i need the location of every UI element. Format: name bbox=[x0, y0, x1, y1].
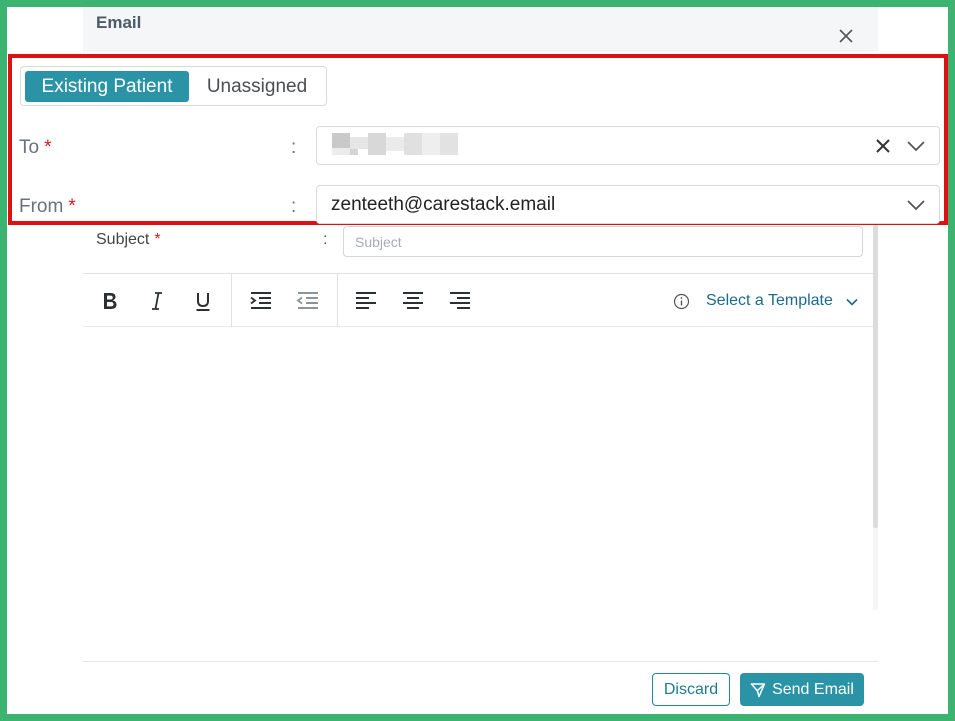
from-label: From * bbox=[19, 196, 76, 218]
italic-button[interactable] bbox=[142, 286, 172, 316]
recipient-type-toggle: Existing Patient Unassigned bbox=[20, 66, 327, 106]
from-separator: : bbox=[291, 196, 297, 217]
clear-icon[interactable] bbox=[874, 137, 892, 155]
indent-icon bbox=[250, 292, 271, 309]
indent-button[interactable] bbox=[246, 286, 276, 316]
toggle-unassigned[interactable]: Unassigned bbox=[191, 71, 323, 102]
discard-button[interactable]: Discard bbox=[652, 673, 730, 706]
chevron-down-icon[interactable] bbox=[845, 295, 859, 309]
chevron-down-icon[interactable] bbox=[906, 139, 926, 153]
send-email-label: Send Email bbox=[772, 680, 854, 698]
to-label-text: To bbox=[19, 137, 40, 158]
required-mark: * bbox=[154, 231, 161, 248]
align-left-button[interactable] bbox=[351, 286, 381, 316]
from-value: zenteeth@carestack.email bbox=[331, 194, 556, 215]
bold-icon bbox=[104, 293, 117, 309]
bold-button[interactable] bbox=[95, 286, 125, 316]
align-center-icon bbox=[403, 292, 423, 309]
highlight-box: Existing Patient Unassigned To * : From … bbox=[8, 54, 948, 225]
subject-label: Subject * bbox=[96, 231, 161, 249]
underline-icon bbox=[196, 293, 210, 311]
to-select[interactable] bbox=[316, 126, 940, 165]
to-label: To * bbox=[19, 137, 51, 159]
toolbar-divider bbox=[231, 274, 232, 327]
from-label-text: From bbox=[19, 196, 64, 217]
subject-label-text: Subject bbox=[96, 231, 150, 248]
scrollbar-thumb[interactable] bbox=[873, 225, 878, 528]
outdent-icon bbox=[296, 292, 318, 309]
from-select[interactable]: zenteeth@carestack.email bbox=[316, 185, 940, 224]
close-icon[interactable] bbox=[837, 27, 855, 45]
info-icon[interactable] bbox=[673, 293, 690, 310]
subject-separator: : bbox=[323, 231, 328, 248]
toggle-existing-patient[interactable]: Existing Patient bbox=[25, 71, 189, 102]
align-left-icon bbox=[356, 292, 376, 309]
app-canvas: Email Subject * : Subject Select a Templ… bbox=[7, 7, 948, 714]
required-mark: * bbox=[68, 196, 76, 217]
align-center-button[interactable] bbox=[398, 286, 428, 316]
toolbar-divider bbox=[337, 274, 338, 327]
outdent-button[interactable] bbox=[293, 286, 323, 316]
underline-button[interactable] bbox=[188, 286, 218, 316]
send-email-button[interactable]: Send Email bbox=[740, 673, 864, 706]
subject-input[interactable] bbox=[343, 226, 863, 257]
required-mark: * bbox=[44, 137, 52, 158]
chevron-down-icon[interactable] bbox=[906, 198, 926, 212]
to-separator: : bbox=[291, 137, 297, 158]
italic-icon bbox=[152, 292, 162, 310]
modal-header: Email bbox=[83, 7, 878, 52]
send-icon bbox=[750, 682, 766, 697]
template-select[interactable]: Select a Template bbox=[706, 292, 833, 310]
align-right-button[interactable] bbox=[445, 286, 475, 316]
modal-title: Email bbox=[96, 13, 142, 32]
footer-divider bbox=[83, 661, 878, 662]
email-body-editor[interactable] bbox=[83, 328, 878, 660]
editor-toolbar: Select a Template bbox=[83, 273, 878, 327]
align-right-icon bbox=[450, 292, 470, 309]
